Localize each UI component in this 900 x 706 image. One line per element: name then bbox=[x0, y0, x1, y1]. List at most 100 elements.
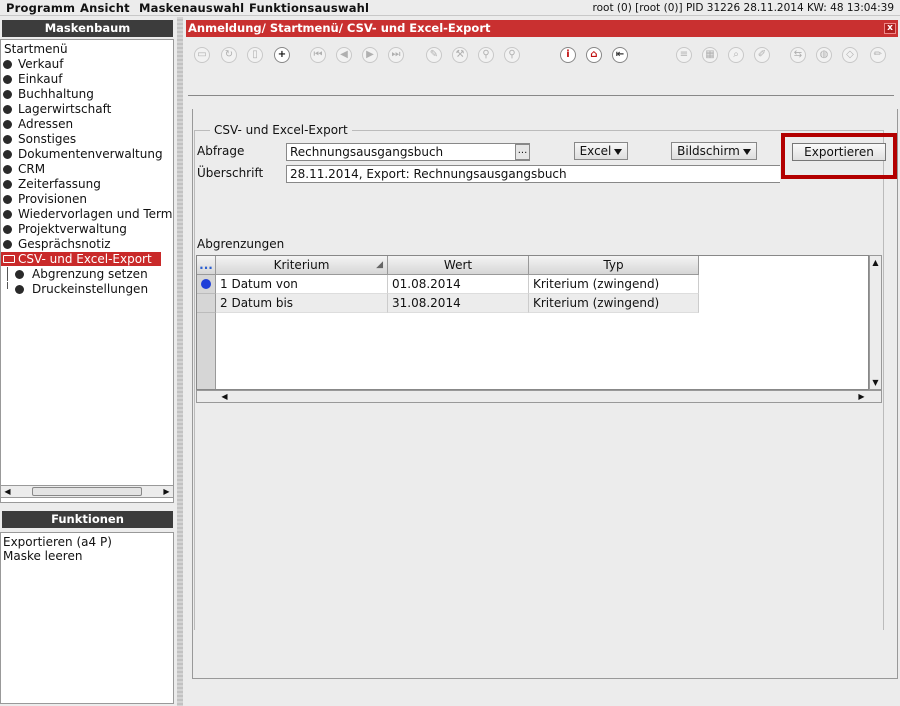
node-icon bbox=[3, 240, 12, 249]
toolbar: ▭ ↻ ▯ + ⏮ ◀ ▶ ⏭ ✎ ⚒ ⚲ ⚲ i ⌂ ⇤ ≡ ▦ ⌕ ✐ ⇆ … bbox=[186, 40, 898, 70]
mask-tree: Startmenü Verkauf Einkauf Buchhaltung La… bbox=[0, 39, 174, 503]
table-cell[interactable]: 2 Datum bis bbox=[216, 294, 388, 313]
node-icon bbox=[3, 90, 12, 99]
pen-icon[interactable]: ✐ bbox=[754, 47, 770, 63]
session-status: root (0) [root (0)] PID 31226 28.11.2014… bbox=[592, 2, 894, 14]
menu-maskenauswahl[interactable]: Maskenauswahl bbox=[139, 1, 244, 15]
stamp-icon[interactable]: ◍ bbox=[816, 47, 832, 63]
function-exportieren[interactable]: Exportieren (a4 P) bbox=[3, 535, 112, 549]
row-header[interactable] bbox=[197, 294, 216, 313]
edit-icon[interactable]: ✎ bbox=[426, 47, 442, 63]
output-select[interactable]: Bildschirm bbox=[671, 142, 757, 160]
table-cell[interactable]: 31.08.2014 bbox=[388, 294, 529, 313]
scroll-left-icon[interactable]: ◀ bbox=[219, 391, 230, 402]
chevron-down-icon bbox=[614, 148, 623, 155]
list-icon[interactable]: ≡ bbox=[676, 47, 692, 63]
search-pair-alt-icon[interactable]: ⚲ bbox=[504, 47, 520, 63]
chevron-down-icon bbox=[742, 148, 751, 155]
table-hscrollbar[interactable]: ◀ ▶ bbox=[196, 390, 882, 403]
tree-line bbox=[7, 282, 8, 289]
export-group-title: CSV- und Excel-Export bbox=[210, 123, 352, 137]
exit-icon[interactable]: ⇤ bbox=[612, 47, 628, 63]
limits-title: Abgrenzungen bbox=[197, 237, 285, 251]
heading-input[interactable]: 28.11.2014, Export: Rechnungsausgangsbuc… bbox=[286, 165, 780, 183]
table-cell[interactable]: 1 Datum von bbox=[216, 275, 388, 294]
node-icon bbox=[3, 75, 12, 84]
tree-item-crm[interactable]: CRM bbox=[1, 162, 173, 176]
home-icon[interactable]: ⌂ bbox=[586, 47, 602, 63]
row-header[interactable] bbox=[197, 275, 216, 294]
menu-ansicht[interactable]: Ansicht bbox=[80, 1, 130, 15]
node-icon bbox=[3, 165, 12, 174]
tree-item-abgrenzung-setzen[interactable]: Abgrenzung setzen bbox=[1, 267, 173, 281]
calendar-icon[interactable]: ▦ bbox=[702, 47, 718, 63]
menu-bar: Programm Ansicht Maskenauswahl Funktions… bbox=[0, 0, 900, 16]
node-icon bbox=[3, 225, 12, 234]
table-cell[interactable]: Kriterium (zwingend) bbox=[529, 275, 699, 294]
tree-item-adressen[interactable]: Adressen bbox=[1, 117, 173, 131]
scroll-down-icon[interactable]: ▼ bbox=[870, 377, 881, 388]
tree-item-zeiterfassung[interactable]: Zeiterfassung bbox=[1, 177, 173, 191]
tree-item-gespraechsnotiz[interactable]: Gesprächsnotiz bbox=[1, 237, 173, 251]
column-wert[interactable]: Wert bbox=[388, 256, 529, 275]
table-cell[interactable]: 01.08.2014 bbox=[388, 275, 529, 294]
tools-icon[interactable]: ⚒ bbox=[452, 47, 468, 63]
column-typ[interactable]: Typ bbox=[529, 256, 699, 275]
tree-item-sonstiges[interactable]: Sonstiges bbox=[1, 132, 173, 146]
scroll-right-icon[interactable]: ▶ bbox=[856, 391, 867, 402]
panel-splitter[interactable] bbox=[177, 17, 183, 706]
toolbar-divider bbox=[188, 95, 894, 96]
convert-icon[interactable]: ⇆ bbox=[790, 47, 806, 63]
pencil-alt-icon[interactable]: ✏ bbox=[870, 47, 886, 63]
query-browse-button[interactable]: ... bbox=[515, 144, 530, 160]
scroll-left-icon[interactable]: ◀ bbox=[2, 486, 13, 497]
node-icon bbox=[3, 210, 12, 219]
function-maske-leeren[interactable]: Maske leeren bbox=[3, 549, 82, 563]
query-input[interactable]: Rechnungsausgangsbuch bbox=[286, 143, 530, 161]
node-icon bbox=[15, 270, 24, 279]
tree-item-csv-export[interactable]: CSV- und Excel-Export bbox=[1, 252, 161, 266]
info-icon[interactable]: i bbox=[560, 47, 576, 63]
first-icon[interactable]: ⏮ bbox=[310, 47, 326, 63]
sort-icon: ◢ bbox=[376, 260, 383, 270]
menu-programm[interactable]: Programm bbox=[6, 1, 75, 15]
node-icon bbox=[15, 285, 24, 294]
tree-item-provisionen[interactable]: Provisionen bbox=[1, 192, 173, 206]
tree-item-buchhaltung[interactable]: Buchhaltung bbox=[1, 87, 173, 101]
magnifier-icon[interactable]: ⌕ bbox=[728, 47, 744, 63]
refresh-icon[interactable]: ↻ bbox=[221, 47, 237, 63]
tree-item-lagerwirtschaft[interactable]: Lagerwirtschaft bbox=[1, 102, 173, 116]
row-header-strip bbox=[197, 313, 216, 389]
table-corner[interactable]: ... bbox=[197, 256, 216, 275]
heading-label: Überschrift bbox=[197, 166, 264, 180]
scroll-thumb[interactable] bbox=[32, 487, 142, 496]
format-select[interactable]: Excel bbox=[574, 142, 628, 160]
node-icon bbox=[3, 195, 12, 204]
close-icon[interactable]: x bbox=[884, 23, 896, 34]
prev-icon[interactable]: ◀ bbox=[336, 47, 352, 63]
scroll-right-icon[interactable]: ▶ bbox=[161, 486, 172, 497]
tree-hscrollbar[interactable]: ◀ ▶ bbox=[0, 485, 174, 498]
table-vscrollbar[interactable]: ▲ ▼ bbox=[869, 255, 882, 390]
last-icon[interactable]: ⏭ bbox=[388, 47, 404, 63]
tree-item-druckeinstellungen[interactable]: Druckeinstellungen bbox=[1, 282, 173, 296]
next-icon[interactable]: ▶ bbox=[362, 47, 378, 63]
tree-item-einkauf[interactable]: Einkauf bbox=[1, 72, 173, 86]
tree-item-projektverwaltung[interactable]: Projektverwaltung bbox=[1, 222, 173, 236]
column-kriterium[interactable]: Kriterium ◢ bbox=[216, 256, 388, 275]
tree-item-verkauf[interactable]: Verkauf bbox=[1, 57, 173, 71]
trash-icon[interactable]: ▯ bbox=[247, 47, 263, 63]
tag-icon[interactable]: ◇ bbox=[842, 47, 858, 63]
window-icon[interactable]: ▭ bbox=[194, 47, 210, 63]
functions-list: Exportieren (a4 P) Maske leeren bbox=[0, 532, 174, 704]
search-pair-icon[interactable]: ⚲ bbox=[478, 47, 494, 63]
plus-icon[interactable]: + bbox=[274, 47, 290, 63]
tree-item-wiedervorlagen[interactable]: Wiedervorlagen und Termine bbox=[1, 207, 173, 221]
tree-item-startmenu[interactable]: Startmenü bbox=[4, 42, 68, 56]
tree-item-dokumentenverwaltung[interactable]: Dokumentenverwaltung bbox=[1, 147, 173, 161]
node-icon bbox=[3, 135, 12, 144]
scroll-up-icon[interactable]: ▲ bbox=[870, 257, 881, 268]
node-icon bbox=[3, 60, 12, 69]
table-cell[interactable]: Kriterium (zwingend) bbox=[529, 294, 699, 313]
menu-funktionsauswahl[interactable]: Funktionsauswahl bbox=[249, 1, 369, 15]
